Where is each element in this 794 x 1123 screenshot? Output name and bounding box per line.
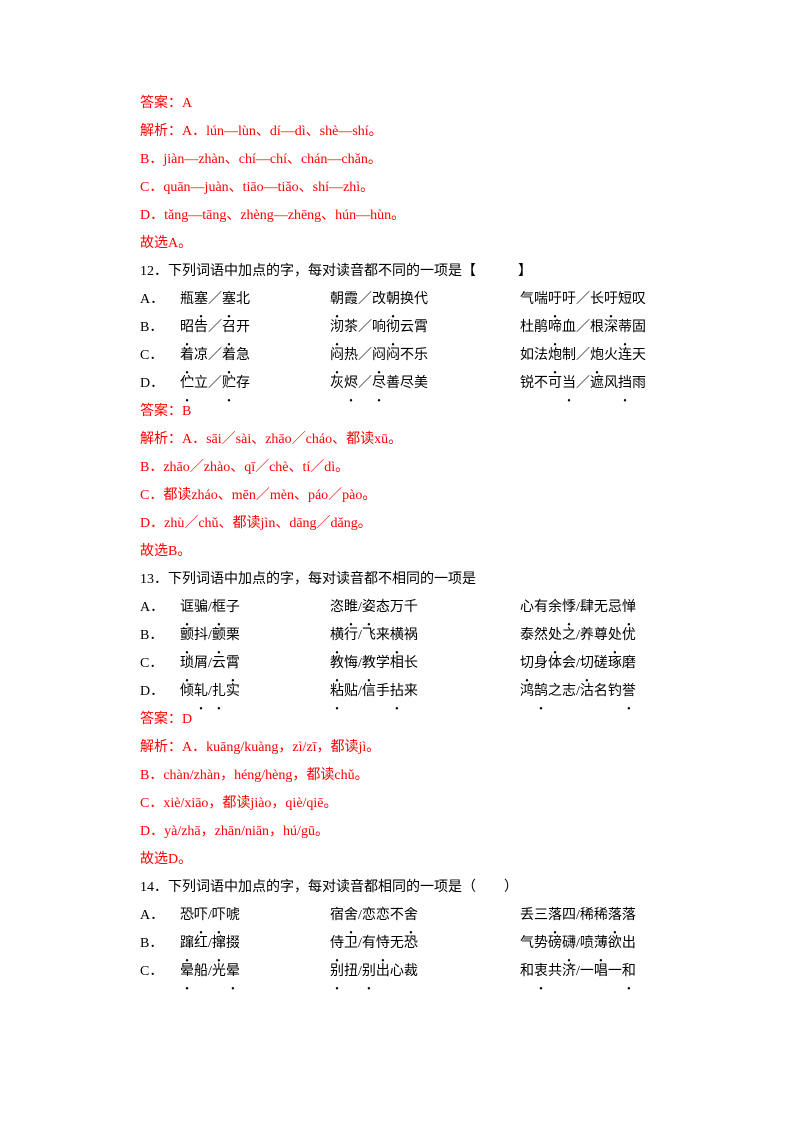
q12-jiexi: 解析：A．sāi／sài、zhāo／cháo、都读xū。 [140,426,664,454]
opt-label: B． [140,314,180,342]
q14-opt-a: A．恐吓/吓唬宿舍/恋恋不舍丢三落四/稀稀落落 [140,902,664,930]
prev-jiexi: 解析：A．lún—lùn、dí—dì、shè—shí。 [140,118,664,146]
opt-label: D． [140,370,180,398]
opt-label: A． [140,594,180,622]
opt-label: D． [140,678,180,706]
prev-jiexi-b: B．jiàn—zhàn、chí—chí、chán—chǎn。 [140,146,664,174]
prev-jiexi-d: D．tǎng—tāng、zhèng—zhēng、hún—hùn。 [140,202,664,230]
opt-label: C． [140,650,180,678]
q13-jiexi-b: B．chàn/zhàn，héng/hèng，都读chǔ。 [140,762,664,790]
q12-opt-a: A．瓶塞／塞北朝霞／改朝换代气喘吁吁／长吁短叹 [140,286,664,314]
q13-opt-b: B．颤抖/颤栗横行/飞来横祸泰然处之/养尊处优 [140,622,664,650]
q12-opt-c: C．着凉／着急闷热／闷闷不乐如法炮制／炮火连天 [140,342,664,370]
q13-jiexi: 解析：A．kuāng/kuàng，zì/zī，都读jì。 [140,734,664,762]
q12-opt-b: B．昭告／召开沏茶／响彻云霄杜鹃啼血／根深蒂固 [140,314,664,342]
opt-label: B． [140,930,180,958]
opt-label: A． [140,286,180,314]
q12-jiexi-b: B．zhāo／zhào、qī／chè、tí／dì。 [140,454,664,482]
q13-jiexi-d: D．yà/zhā，zhān/niān，hú/gū。 [140,818,664,846]
opt-label: A． [140,902,180,930]
opt-label: B． [140,622,180,650]
q13-stem: 13．下列词语中加点的字，每对读音都不相同的一项是 [140,566,664,594]
q12-stem-a: 12．下列词语中加点的字，每对读音都不同的一项是【 [140,264,476,279]
q13-conclusion: 故选D。 [140,846,664,874]
q12-conclusion: 故选B。 [140,538,664,566]
opt-label: C． [140,342,180,370]
prev-answer-label: 答案：A [140,90,664,118]
q12-answer: 答案：B [140,398,664,426]
q13-opt-a: A．诓骗/框子恣睢/姿态万千心有余悸/肆无忌惮 [140,594,664,622]
jiexi-line-a: A．lún—lùn、dí—dì、shè—shí。 [182,124,383,139]
q13-jiexi-c: C．xiè/xiāo，都读jiào，qiè/qiē。 [140,790,664,818]
q12-jiexi-c: C．都读zháo、mēn／mèn、páo／pào。 [140,482,664,510]
opt-label: C． [140,958,180,986]
prev-conclusion: 故选A。 [140,230,664,258]
q12-opt-d: D．伫立／贮存灰烬／尽善尽美锐不可当／遮风挡雨 [140,370,664,398]
q14-stem: 14．下列词语中加点的字，每对读音都相同的一项是（ ） [140,874,664,902]
jiexi-prefix: 解析： [140,124,182,139]
q12-stem-b: 】 [518,264,532,279]
q12-jiexi-d: D．zhù／chǔ、都读jìn、dāng／dǎng。 [140,510,664,538]
q14-opt-b: B．蹿红/撺掇侍卫/有恃无恐气势磅礴/喷薄欲出 [140,930,664,958]
prev-jiexi-c: C．quān—juàn、tiāo—tiǎo、shí—zhì。 [140,174,664,202]
q12-stem: 12．下列词语中加点的字，每对读音都不同的一项是【 】 [140,258,664,286]
